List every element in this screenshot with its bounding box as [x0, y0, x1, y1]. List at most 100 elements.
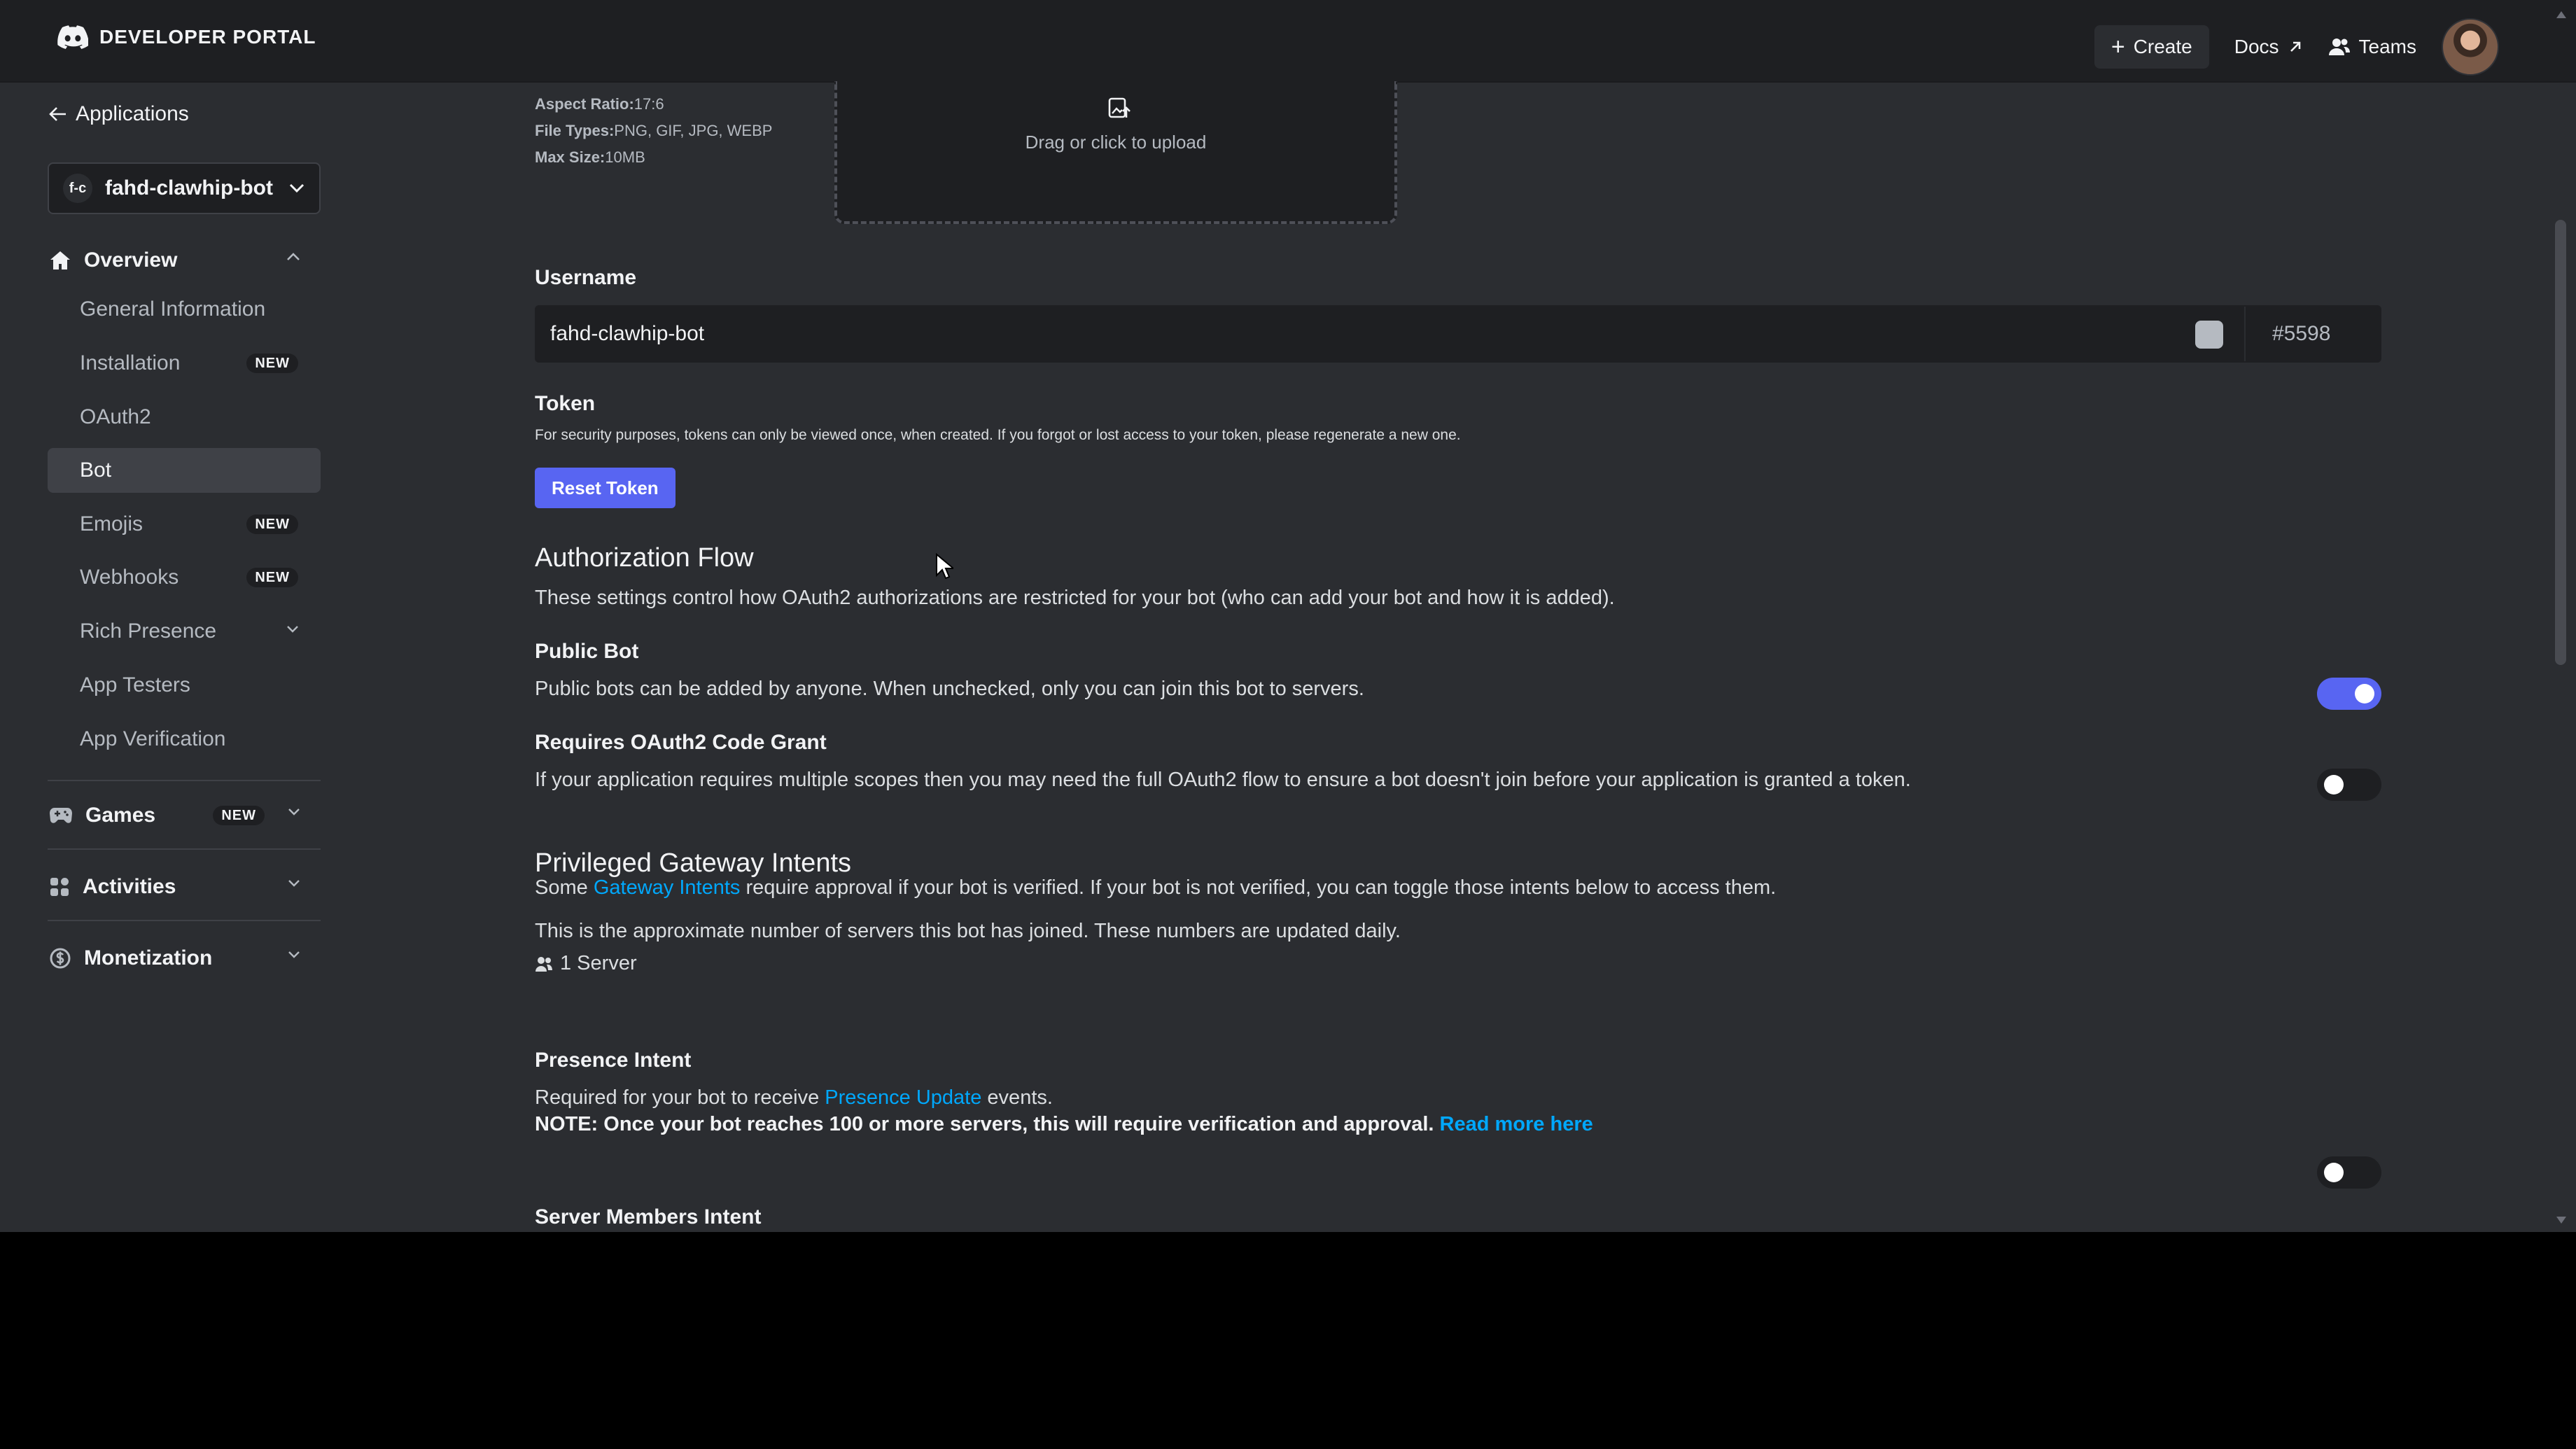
monetization-label: Monetization: [84, 946, 213, 969]
nav-label: Installation: [80, 351, 181, 374]
sidebar-item-emojis[interactable]: Emojis NEW: [48, 502, 321, 547]
teams-link[interactable]: Teams: [2328, 36, 2416, 58]
brand[interactable]: DEVELOPER PORTAL: [57, 25, 316, 49]
application-selector[interactable]: f-c fahd-clawhip-bot: [48, 162, 321, 214]
monetization-icon: [50, 948, 71, 969]
letterbox-area: [0, 1232, 2576, 1449]
server-count-text: 1 Server: [560, 952, 637, 974]
aspect-ratio-text: Aspect Ratio:17:6: [535, 95, 664, 113]
overview-label: Overview: [84, 248, 178, 272]
plus-icon: +: [2110, 34, 2125, 60]
clipped-dimensions-line: [535, 76, 772, 91]
activities-icon: [50, 878, 69, 896]
teams-label: Teams: [2358, 36, 2416, 57]
authorization-flow-heading: Authorization Flow: [535, 543, 754, 573]
public-bot-label: Public Bot: [535, 640, 639, 663]
sidebar: Applications f-c fahd-clawhip-bot Overvi…: [0, 81, 364, 1232]
upload-text: Drag or click to upload: [1025, 132, 1207, 153]
nav-label: Rich Presence: [80, 620, 217, 643]
sidebar-item-bot[interactable]: Bot: [48, 448, 321, 493]
chevron-up-icon: [287, 253, 300, 260]
nav-section-overview[interactable]: Overview: [49, 241, 301, 280]
nav-label: General Information: [80, 298, 266, 321]
sidebar-item-app-testers[interactable]: App Testers: [48, 663, 321, 708]
emoji-picker-icon[interactable]: [2195, 321, 2223, 349]
reset-token-button[interactable]: Reset Token: [535, 468, 676, 508]
username-field[interactable]: fahd-clawhip-bot #5598: [535, 305, 2381, 363]
server-members-intent-label: Server Members Intent: [535, 1205, 762, 1228]
username-value: fahd-clawhip-bot: [550, 322, 705, 345]
banner-upload-dropzone[interactable]: Drag or click to upload: [834, 81, 1397, 224]
sidebar-item-webhooks[interactable]: Webhooks NEW: [48, 555, 321, 600]
activities-label: Activities: [83, 875, 176, 898]
presence-intent-description: Required for your bot to receive Presenc…: [535, 1086, 1053, 1109]
gateway-intents-heading: Privileged Gateway Intents: [535, 848, 852, 878]
code-grant-description: If your application requires multiple sc…: [535, 769, 1911, 791]
nav-label: App Testers: [80, 673, 190, 696]
scroll-up-arrow-icon[interactable]: [2556, 11, 2566, 18]
gateway-intents-link[interactable]: Gateway Intents: [594, 876, 741, 899]
arrow-left-icon: [49, 107, 66, 121]
brand-wordmark: DEVELOPER PORTAL: [99, 26, 316, 48]
servers-icon: [536, 956, 552, 972]
sidebar-item-general-information[interactable]: General Information: [48, 287, 321, 332]
nav-section-activities[interactable]: Activities: [49, 867, 301, 906]
sidebar-item-oauth2[interactable]: OAuth2: [48, 395, 321, 440]
presence-intent-label: Presence Intent: [535, 1049, 692, 1072]
create-button[interactable]: + Create: [2094, 25, 2209, 69]
new-badge: NEW: [246, 354, 298, 373]
top-actions: + Create Docs Teams: [2094, 18, 2499, 76]
nav-section-monetization[interactable]: Monetization: [49, 939, 301, 978]
public-bot-toggle[interactable]: [2317, 678, 2381, 710]
sidebar-divider: [48, 780, 321, 781]
toggle-knob: [2355, 684, 2374, 704]
scroll-thumb[interactable]: [2555, 220, 2566, 665]
user-avatar[interactable]: [2442, 18, 2499, 76]
chevron-down-icon: [288, 880, 300, 887]
code-grant-label: Requires OAuth2 Code Grant: [535, 731, 827, 754]
sidebar-item-app-verification[interactable]: App Verification: [48, 717, 321, 762]
banner-requirements: Aspect Ratio:17:6 File Types:PNG, GIF, J…: [535, 76, 772, 171]
read-more-link[interactable]: Read more here: [1440, 1113, 1593, 1135]
sidebar-item-installation[interactable]: Installation NEW: [48, 341, 321, 386]
main-scrollbar[interactable]: [2552, 11, 2570, 1232]
top-bar: DEVELOPER PORTAL + Create Docs Teams: [0, 0, 2576, 83]
server-count-description: This is the approximate number of server…: [535, 920, 1401, 942]
new-badge: NEW: [246, 568, 298, 587]
docs-link[interactable]: Docs: [2234, 36, 2303, 58]
app-name: fahd-clawhip-bot: [105, 176, 273, 200]
teams-icon: [2328, 38, 2350, 55]
sidebar-divider: [48, 848, 321, 850]
chevron-down-icon: [287, 626, 298, 633]
nav-section-games[interactable]: Games NEW: [49, 796, 301, 835]
app-badge: f-c: [63, 174, 92, 203]
sidebar-item-rich-presence[interactable]: Rich Presence: [48, 609, 321, 654]
sidebar-divider: [48, 920, 321, 921]
toggle-knob: [2324, 775, 2344, 794]
field-separator: [2244, 307, 2246, 361]
gamepad-icon: [50, 808, 72, 823]
upload-image-icon: [1108, 97, 1130, 118]
create-label: Create: [2133, 36, 2192, 57]
new-badge: NEW: [213, 806, 265, 825]
chevron-down-icon: [288, 951, 300, 958]
nav-label: Bot: [80, 458, 112, 482]
code-grant-toggle[interactable]: [2317, 769, 2381, 801]
token-description: For security purposes, tokens can only b…: [535, 427, 1461, 443]
token-label: Token: [535, 392, 596, 415]
nav-label: Emojis: [80, 512, 144, 536]
chevron-down-icon: [288, 808, 300, 816]
nav-label: OAuth2: [80, 405, 151, 428]
max-size-text: Max Size:10MB: [535, 148, 645, 166]
presence-intent-toggle[interactable]: [2317, 1156, 2381, 1189]
scroll-down-arrow-icon[interactable]: [2556, 1217, 2566, 1224]
presence-update-link[interactable]: Presence Update: [825, 1086, 981, 1109]
back-label: Applications: [76, 102, 189, 125]
chevron-down-icon: [289, 183, 304, 193]
file-types-text: File Types:PNG, GIF, JPG, WEBP: [535, 122, 773, 139]
nav-label: App Verification: [80, 727, 226, 750]
username-label: Username: [535, 266, 637, 289]
docs-label: Docs: [2234, 36, 2279, 57]
back-to-applications-link[interactable]: Applications: [49, 102, 189, 126]
mouse-cursor-icon: [936, 553, 953, 580]
